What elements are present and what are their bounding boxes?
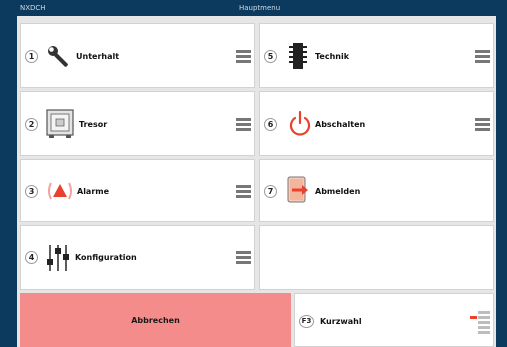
cancel-button[interactable]: Abbrechen	[20, 293, 291, 347]
tile-label: Abschalten	[315, 120, 366, 129]
title-bar: NXDCH Hauptmenu	[0, 0, 507, 16]
tile-number: 2	[25, 118, 38, 131]
chip-icon	[289, 43, 307, 69]
safe-icon	[46, 109, 74, 138]
tile-label: Alarme	[77, 187, 110, 196]
tile-number: 4	[25, 251, 38, 264]
tile-number: 1	[25, 50, 38, 63]
tile-empty	[259, 225, 494, 290]
hamburger-icon[interactable]	[236, 118, 251, 131]
tile-number: 5	[264, 50, 277, 63]
page-title: Hauptmenu	[239, 4, 281, 12]
tile-number: 3	[25, 185, 38, 198]
logout-icon	[287, 176, 308, 203]
tile-tresor[interactable]: 2 Tresor	[20, 91, 255, 156]
sliders-icon	[47, 245, 69, 271]
power-icon	[289, 110, 311, 136]
tile-label: Tresor	[79, 120, 108, 129]
hamburger-icon[interactable]	[475, 50, 490, 63]
tile-abmelden[interactable]: 7 Abmelden	[259, 159, 494, 222]
tile-unterhalt[interactable]: 1 Unterhalt	[20, 23, 255, 88]
alarm-icon	[48, 182, 72, 200]
tile-label: Konfiguration	[75, 253, 137, 262]
shortcut-key: F3	[299, 315, 314, 328]
tile-number: 7	[264, 185, 277, 198]
wrench-icon	[48, 46, 68, 67]
tile-label: Unterhalt	[76, 52, 120, 61]
tile-abschalten[interactable]: 6 Abschalten	[259, 91, 494, 156]
hamburger-icon[interactable]	[475, 118, 490, 131]
cancel-label: Abbrechen	[131, 316, 180, 325]
system-name: NXDCH	[20, 4, 46, 12]
hamburger-icon[interactable]	[236, 185, 251, 198]
shortcut-button[interactable]: F3 Kurzwahl	[294, 293, 494, 347]
shortcut-list-icon	[470, 311, 490, 334]
tile-label: Technik	[315, 52, 350, 61]
tile-technik[interactable]: 5 Technik	[259, 23, 494, 88]
tile-label: Abmelden	[315, 187, 361, 196]
tile-konfiguration[interactable]: 4 Konfiguration	[20, 225, 255, 290]
hamburger-icon[interactable]	[236, 251, 251, 264]
shortcut-label: Kurzwahl	[320, 317, 362, 326]
tile-alarme[interactable]: 3 Alarme	[20, 159, 255, 222]
hamburger-icon[interactable]	[236, 50, 251, 63]
tile-number: 6	[264, 118, 277, 131]
